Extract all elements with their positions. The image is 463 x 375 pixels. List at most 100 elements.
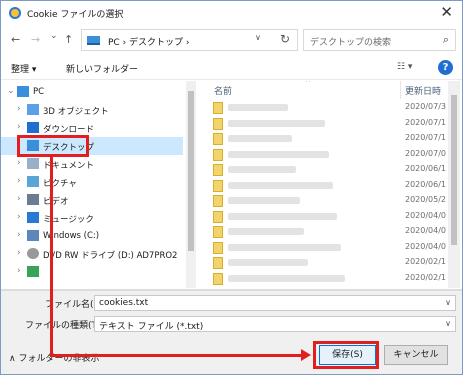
- file-icon: [213, 226, 223, 238]
- cancel-button[interactable]: キャンセル: [384, 345, 448, 365]
- title-bar: Cookie ファイルの選択 ✕: [1, 1, 462, 25]
- expand-chevron-right-icon[interactable]: ›: [17, 248, 21, 258]
- column-divider[interactable]: [400, 81, 401, 99]
- file-date: 2020/07/17: [405, 117, 446, 127]
- search-placeholder: デスクトップの検索: [310, 38, 392, 48]
- nav-scrollbar[interactable]: [186, 81, 196, 288]
- file-row[interactable]: 2020/06/18: [200, 177, 446, 194]
- pictures-icon: [27, 176, 39, 187]
- expand-chevron-right-icon[interactable]: ›: [17, 104, 21, 114]
- address-path: PC › デスクトップ ›: [108, 38, 190, 48]
- address-bar[interactable]: PC › デスクトップ ›: [81, 29, 298, 51]
- refresh-icon[interactable]: ↻: [280, 32, 290, 46]
- nav-item-3d-objects[interactable]: › 3D オブジェクト: [1, 101, 183, 119]
- file-row[interactable]: 2020/04/09: [200, 223, 446, 240]
- help-icon[interactable]: ?: [438, 60, 453, 75]
- nav-item-label: ビデオ: [43, 197, 69, 207]
- nav-item-dvd[interactable]: › DVD RW ドライブ (D:) AD7PRO2: [1, 245, 183, 263]
- file-list-scrollbar[interactable]: [448, 81, 460, 288]
- expand-chevron-right-icon[interactable]: ›: [17, 122, 21, 132]
- search-input[interactable]: デスクトップの検索 ⌕: [303, 29, 456, 51]
- file-row[interactable]: 2020/04/09: [200, 208, 446, 225]
- file-icon: [213, 257, 223, 269]
- file-list: ^ 名前 更新日時 2020/07/30 2020/07/17 2020/07/17…: [200, 81, 446, 288]
- back-arrow-icon[interactable]: ←: [11, 33, 20, 46]
- recent-locations-dropdown-icon[interactable]: ⌄: [50, 31, 58, 41]
- forward-arrow-icon[interactable]: →: [31, 33, 40, 46]
- filename-field[interactable]: cookies.txt ∨: [94, 295, 456, 311]
- file-name-blurred: [228, 166, 296, 173]
- file-row[interactable]: 2020/02/17: [200, 270, 446, 287]
- file-row[interactable]: 2020/07/06: [200, 146, 446, 163]
- file-icon: [213, 102, 223, 114]
- file-icon: [213, 210, 223, 223]
- file-row[interactable]: 2020/07/17: [200, 130, 446, 147]
- videos-icon: [27, 194, 39, 205]
- nav-scrollbar-thumb[interactable]: [188, 91, 194, 251]
- 3d-objects-icon: [27, 104, 39, 115]
- command-bar: 整理 ▾ 新しいフォルダー ☷ ▾ ?: [1, 57, 462, 79]
- dvd-icon: [27, 248, 39, 259]
- up-folder-icon[interactable]: ↑: [64, 33, 73, 46]
- file-row[interactable]: 2020/02/18: [200, 254, 446, 271]
- annotation-arrow-icon: [301, 349, 311, 361]
- file-row[interactable]: 2020/06/18: [200, 161, 446, 178]
- filetype-dropdown-icon: ∨: [445, 319, 451, 328]
- nav-item-videos[interactable]: › ビデオ: [1, 191, 183, 209]
- file-date: 2020/04/09: [405, 226, 446, 235]
- expand-chevron-right-icon[interactable]: ›: [17, 176, 21, 186]
- nav-item-pictures[interactable]: › ピクチャ: [1, 173, 183, 191]
- file-date: 2020/04/09: [405, 210, 446, 220]
- sort-indicator-icon: ^: [305, 81, 311, 87]
- expand-chevron-right-icon[interactable]: ›: [17, 230, 21, 240]
- expand-chevron-right-icon[interactable]: ›: [17, 212, 21, 222]
- file-icon: [213, 117, 223, 130]
- file-name-blurred: [228, 181, 333, 189]
- nav-item-drive[interactable]: › Windows (C:): [1, 227, 183, 245]
- expand-chevron-down-icon[interactable]: ⌄: [7, 86, 15, 96]
- close-icon[interactable]: ✕: [440, 4, 453, 20]
- file-icon: [213, 148, 223, 161]
- organize-menu-button[interactable]: 整理 ▾: [11, 62, 36, 75]
- new-folder-button[interactable]: 新しいフォルダー: [66, 62, 138, 75]
- expand-chevron-right-icon[interactable]: ›: [17, 194, 21, 204]
- music-icon: [27, 212, 39, 223]
- nav-item-network[interactable]: ›: [1, 263, 183, 281]
- save-file-dialog: Cookie ファイルの選択 ✕ ← → ⌄ ↑ PC › デスクトップ › ∨…: [0, 0, 463, 375]
- file-date: 2020/06/18: [405, 179, 446, 189]
- file-icon: [213, 241, 223, 254]
- file-row[interactable]: 2020/07/17: [200, 115, 446, 132]
- nav-item-pc[interactable]: ⌄ PC: [1, 83, 183, 101]
- nav-item-label: DVD RW ドライブ (D:) AD7PRO2: [43, 251, 178, 261]
- file-date: 2020/05/28: [405, 195, 446, 204]
- file-row[interactable]: 2020/04/09: [200, 239, 446, 256]
- documents-icon: [27, 158, 39, 169]
- file-icon: [213, 133, 223, 145]
- pc-icon: [87, 36, 100, 45]
- navigation-pane: ⌄ PC › 3D オブジェクト › ダウンロード › デスクトップ › ドキュメント › ピクチャ ›…: [1, 81, 196, 288]
- expand-chevron-right-icon[interactable]: ›: [17, 266, 21, 276]
- expand-chevron-right-icon[interactable]: ›: [17, 158, 21, 168]
- filename-value: cookies.txt: [99, 298, 149, 308]
- nav-item-label: ダウンロード: [43, 125, 95, 135]
- file-date: 2020/04/09: [405, 241, 446, 251]
- nav-item-label: 3D オブジェクト: [43, 107, 109, 117]
- filename-dropdown-icon[interactable]: ∨: [445, 298, 451, 307]
- file-row[interactable]: 2020/07/30: [200, 99, 446, 116]
- file-date: 2020/02/17: [405, 272, 446, 282]
- file-row[interactable]: 2020/05/28: [200, 192, 446, 209]
- address-dropdown-icon[interactable]: ∨: [255, 33, 261, 42]
- column-header-date[interactable]: 更新日時: [405, 84, 441, 97]
- hide-folders-toggle[interactable]: ∧ フォルダーの非表示: [9, 351, 99, 364]
- file-list-scrollbar-thumb[interactable]: [451, 95, 457, 245]
- column-header-name[interactable]: 名前: [214, 84, 232, 97]
- file-name-blurred: [228, 197, 300, 204]
- view-options-icon[interactable]: ☷ ▾: [397, 62, 412, 72]
- file-icon: [213, 179, 223, 192]
- filetype-select[interactable]: テキスト ファイル (*.txt) ∨: [94, 316, 456, 332]
- annotation-connector-vertical: [50, 157, 53, 357]
- file-name-blurred: [228, 212, 337, 220]
- nav-item-music[interactable]: › ミュージック: [1, 209, 183, 227]
- file-date: 2020/06/18: [405, 164, 446, 173]
- nav-item-documents[interactable]: › ドキュメント: [1, 155, 183, 173]
